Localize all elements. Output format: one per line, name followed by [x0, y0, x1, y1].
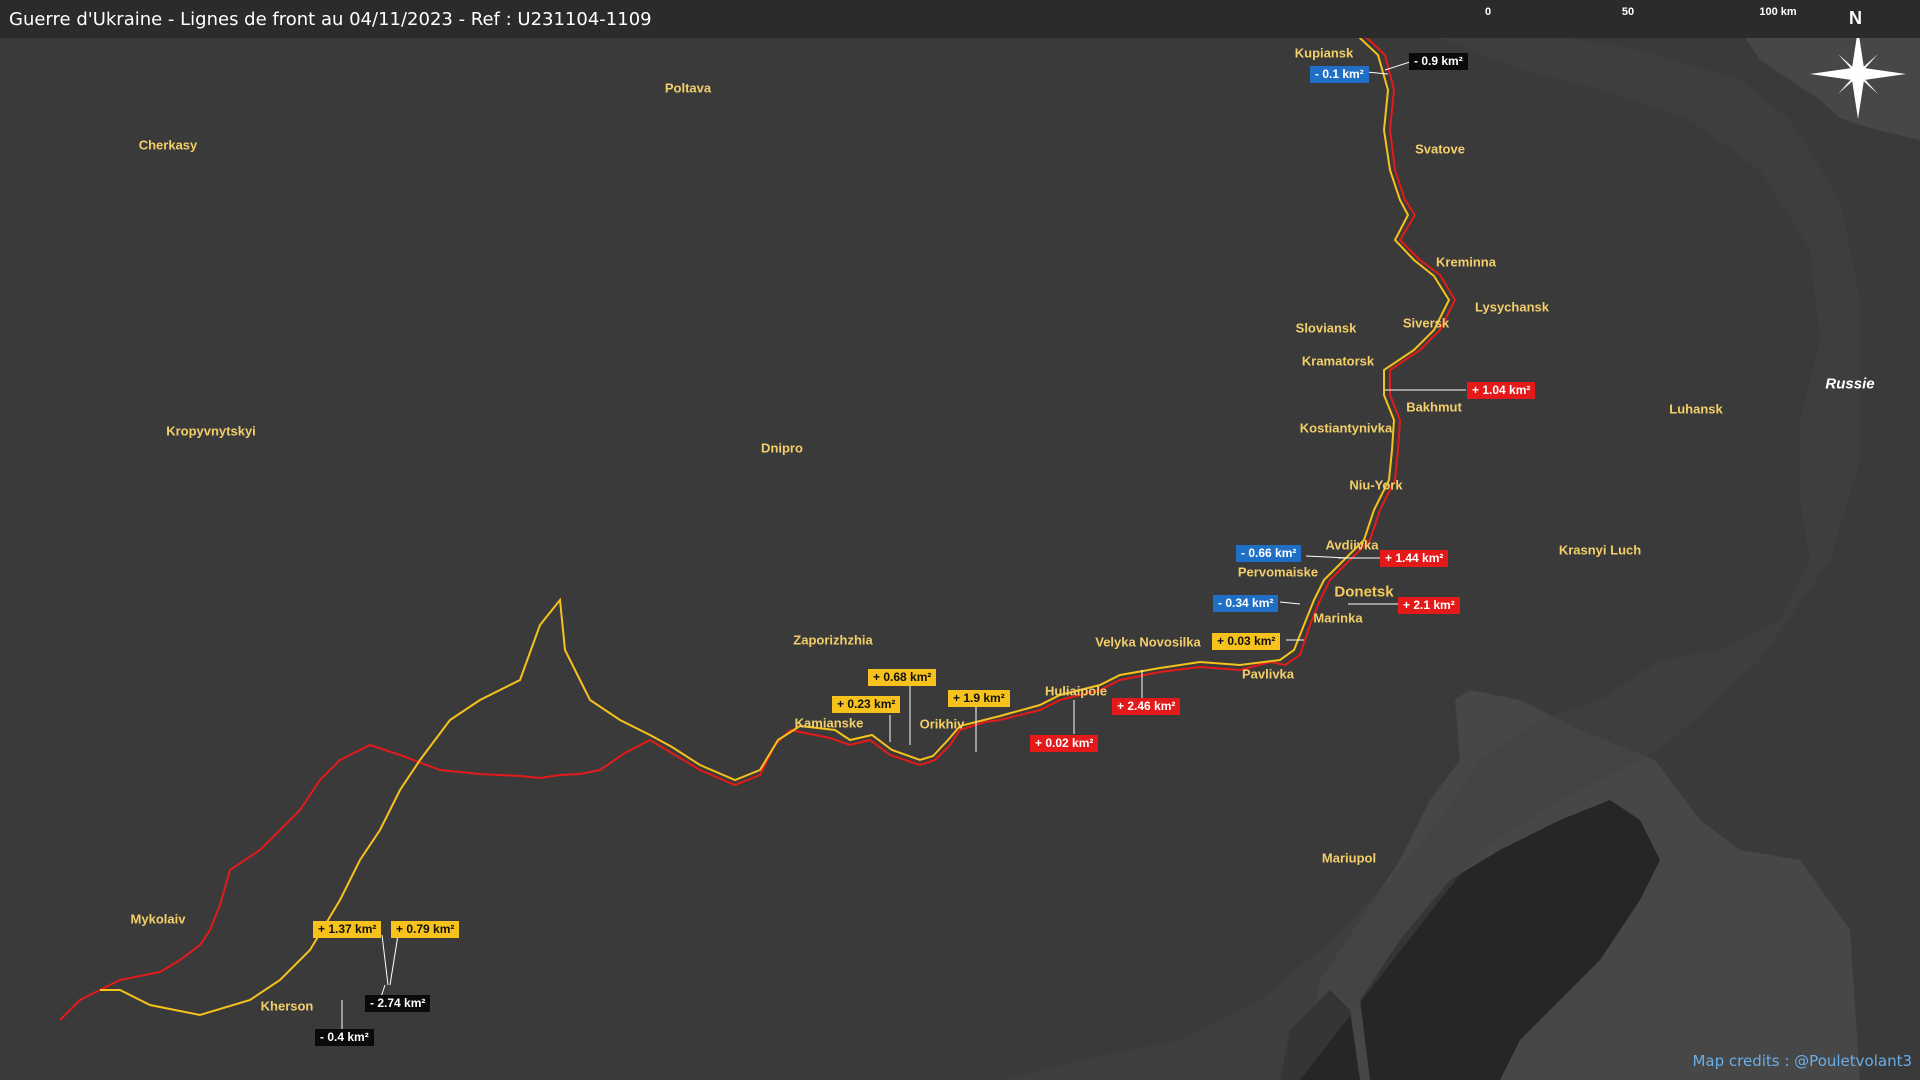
city-label: Kupiansk [1294, 45, 1354, 61]
city-label: Mykolaiv [130, 911, 186, 927]
city-label: Svatove [1415, 141, 1465, 157]
change-badge: + 2.46 km² [1112, 698, 1181, 715]
city-label-donetsk: Donetsk [1334, 583, 1394, 601]
city-label: Kamianske [794, 715, 864, 731]
city-label: Marinka [1313, 610, 1363, 626]
city-label: Pavlivka [1241, 666, 1295, 682]
city-label: Kramatorsk [1301, 353, 1375, 369]
city-label: Luhansk [1669, 401, 1723, 417]
city-label: Dnipro [761, 440, 803, 456]
change-badge: + 0.03 km² [1212, 633, 1281, 650]
city-label: Poltava [664, 80, 712, 96]
city-label: Velyka Novosilka [1095, 634, 1201, 650]
change-badge: + 1.44 km² [1380, 550, 1449, 567]
change-badge: - 0.4 km² [315, 1029, 374, 1046]
change-badge: - 0.66 km² [1236, 545, 1302, 562]
city-label: Avdiivka [1325, 537, 1379, 553]
city-label: Kostiantynivka [1299, 420, 1393, 436]
city-label: Mariupol [1321, 850, 1377, 866]
scale-label-50: 50 [1621, 6, 1635, 18]
city-label: Orikhiv [919, 716, 965, 732]
city-label: Niu-York [1349, 477, 1403, 493]
city-label: Kherson [260, 998, 314, 1014]
compass-north-label: N [1849, 8, 1862, 28]
map-credits[interactable]: Map credits : @Pouletvolant3 [1692, 1052, 1912, 1070]
map-canvas[interactable] [0, 0, 1920, 1080]
scale-label-0: 0 [1484, 6, 1492, 18]
city-label: Kreminna [1436, 254, 1496, 270]
change-badge: + 0.68 km² [868, 669, 937, 686]
change-badge: + 0.02 km² [1030, 735, 1099, 752]
change-badge: + 1.04 km² [1467, 382, 1536, 399]
change-badge: + 2.1 km² [1398, 597, 1460, 614]
change-badge: + 1.37 km² [313, 921, 382, 938]
city-label: Sloviansk [1295, 320, 1357, 336]
change-badge: - 0.1 km² [1310, 66, 1369, 83]
change-badge: + 1.9 km² [948, 690, 1010, 707]
city-label: Kropyvnytskyi [166, 423, 256, 439]
city-label: Cherkasy [138, 137, 198, 153]
change-badge: - 0.34 km² [1213, 595, 1279, 612]
map-title: Guerre d'Ukraine - Lignes de front au 04… [9, 9, 652, 30]
city-label: Siversk [1402, 315, 1450, 331]
city-label: Krasnyi Luch [1558, 542, 1642, 558]
change-badge: - 0.9 km² [1409, 53, 1468, 70]
city-label: Pervomaiske [1237, 564, 1319, 580]
change-badge: + 0.23 km² [832, 696, 901, 713]
city-label: Bakhmut [1406, 399, 1462, 415]
city-label: Zaporizhzhia [793, 632, 873, 648]
city-label: Huliaipole [1044, 683, 1108, 699]
change-badge: + 0.79 km² [391, 921, 460, 938]
city-label: Lysychansk [1475, 299, 1549, 315]
change-badge: - 2.74 km² [365, 995, 431, 1012]
scale-label-100: 100 km [1759, 6, 1797, 18]
country-label-russia: Russie [1825, 375, 1875, 393]
